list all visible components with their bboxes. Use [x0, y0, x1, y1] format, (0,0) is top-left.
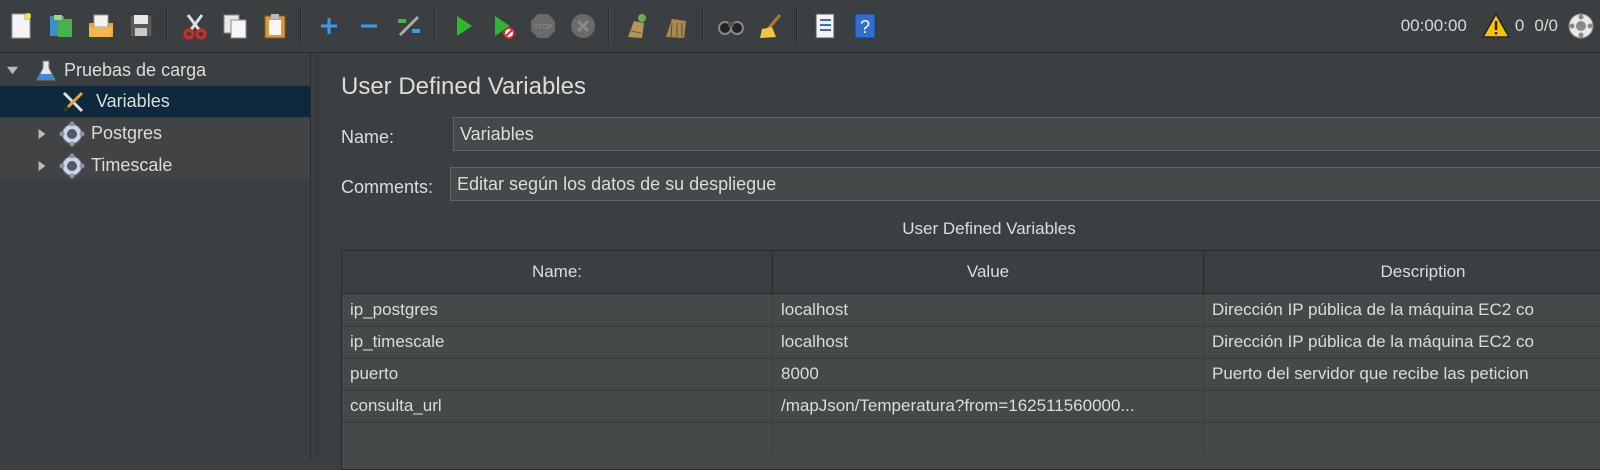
table-row-empty[interactable]: [342, 422, 1600, 454]
paste-icon[interactable]: [259, 8, 291, 44]
toolbar-separator: [434, 8, 436, 44]
svg-text:?: ?: [860, 17, 870, 37]
templates-icon[interactable]: [45, 8, 77, 44]
tree-item-postgres[interactable]: Postgres: [0, 118, 310, 149]
table-row[interactable]: ip_postgres localhost Dirección IP públi…: [342, 294, 1600, 327]
elapsed-timer: 00:00:00: [1400, 16, 1467, 35]
thread-count: 0/0: [1534, 16, 1558, 35]
toolbar-separator: [166, 8, 168, 44]
clear-all-icon[interactable]: [661, 8, 693, 44]
flask-icon: [34, 59, 58, 83]
toolbar-separator: [300, 8, 302, 44]
expand-arrow-icon[interactable]: [35, 159, 49, 173]
tree-item-variables[interactable]: Variables: [0, 86, 310, 117]
comments-field[interactable]: Editar según los datos de su despliegue: [450, 167, 1600, 201]
cell-empty: [773, 422, 1204, 454]
table-row[interactable]: consulta_url /mapJson/Temperatura?from=1…: [342, 390, 1600, 423]
save-icon[interactable]: [125, 8, 157, 44]
toolbar-separator: [702, 8, 704, 44]
tree-item-label: Timescale: [91, 155, 173, 175]
expand-arrow-icon[interactable]: [35, 127, 49, 141]
thread-group-gear-icon: [59, 153, 85, 179]
element-editor-panel: User Defined Variables Name: Variables C…: [325, 53, 1600, 470]
toolbar-separator: [796, 8, 798, 44]
search-icon[interactable]: [715, 8, 747, 44]
name-label: Name:: [341, 127, 395, 147]
cell-name[interactable]: ip_postgres: [342, 294, 773, 326]
column-header-name[interactable]: Name:: [342, 251, 773, 293]
cell-empty: [342, 422, 773, 454]
test-plan-tree: Pruebas de carga Variables Postgres Time…: [0, 53, 311, 459]
cell-value[interactable]: localhost: [773, 294, 1204, 326]
status-area: 00:00:00 0 0/0: [1401, 0, 1600, 52]
warning-count: 0: [1514, 16, 1525, 35]
stop-icon[interactable]: STOP: [527, 8, 559, 44]
table-row[interactable]: ip_timescale localhost Dirección IP públ…: [342, 326, 1600, 359]
expand-icon[interactable]: [313, 8, 345, 44]
copy-icon[interactable]: [219, 8, 251, 44]
cell-description[interactable]: Dirección IP pública de la máquina EC2 c…: [1204, 326, 1600, 358]
new-icon[interactable]: [5, 8, 37, 44]
cell-value[interactable]: 8000: [773, 358, 1204, 390]
column-header-description[interactable]: Description: [1204, 251, 1600, 293]
svg-text:STOP: STOP: [534, 24, 553, 31]
split-pane-divider[interactable]: [316, 53, 325, 459]
cell-name[interactable]: consulta_url: [342, 390, 773, 422]
tree-root-test-plan[interactable]: Pruebas de carga: [0, 55, 310, 86]
wrench-screwdriver-icon: [60, 89, 86, 115]
tree-root-label: Pruebas de carga: [64, 60, 207, 80]
cell-description[interactable]: Puerto del servidor que recibe las petic…: [1204, 358, 1600, 390]
cell-name[interactable]: ip_timescale: [342, 326, 773, 358]
collapse-arrow-icon[interactable]: [5, 64, 19, 78]
function-helper-icon[interactable]: [809, 8, 841, 44]
shutdown-icon[interactable]: [567, 8, 599, 44]
panel-title: User Defined Variables: [341, 73, 587, 100]
remote-gear-icon[interactable]: [1566, 11, 1596, 41]
table-row[interactable]: puerto 8000 Puerto del servidor que reci…: [342, 358, 1600, 391]
table-caption: User Defined Variables: [902, 219, 1076, 238]
cell-description[interactable]: [1204, 390, 1600, 422]
cell-value[interactable]: localhost: [773, 326, 1204, 358]
collapse-icon[interactable]: [353, 8, 385, 44]
tree-item-label: Variables: [96, 91, 170, 111]
toolbar: STOP ? 00:00:00 0 0/0: [0, 0, 1600, 53]
open-icon[interactable]: [85, 8, 117, 44]
start-no-pauses-icon[interactable]: [487, 8, 519, 44]
start-icon[interactable]: [447, 8, 479, 44]
clear-icon[interactable]: [621, 8, 653, 44]
cell-value[interactable]: /mapJson/Temperatura?from=162511560000..…: [773, 390, 1204, 422]
cell-name[interactable]: puerto: [342, 358, 773, 390]
comments-label: Comments:: [341, 177, 434, 197]
name-field[interactable]: Variables: [453, 117, 1600, 151]
reset-search-icon[interactable]: [755, 8, 787, 44]
cell-empty: [1204, 422, 1600, 454]
help-icon[interactable]: ?: [849, 8, 881, 44]
tree-item-timescale[interactable]: Timescale: [0, 150, 310, 181]
toggle-icon[interactable]: [393, 8, 425, 44]
toolbar-separator: [608, 8, 610, 44]
cell-description[interactable]: Dirección IP pública de la máquina EC2 c…: [1204, 294, 1600, 326]
cut-icon[interactable]: [179, 8, 211, 44]
table-header: Name: Value Description: [342, 251, 1600, 294]
column-header-value[interactable]: Value: [773, 251, 1204, 293]
warning-icon[interactable]: [1481, 11, 1511, 41]
variables-table: Name: Value Description ip_postgres loca…: [341, 250, 1600, 470]
thread-group-gear-icon: [59, 121, 85, 147]
tree-item-label: Postgres: [91, 123, 163, 143]
